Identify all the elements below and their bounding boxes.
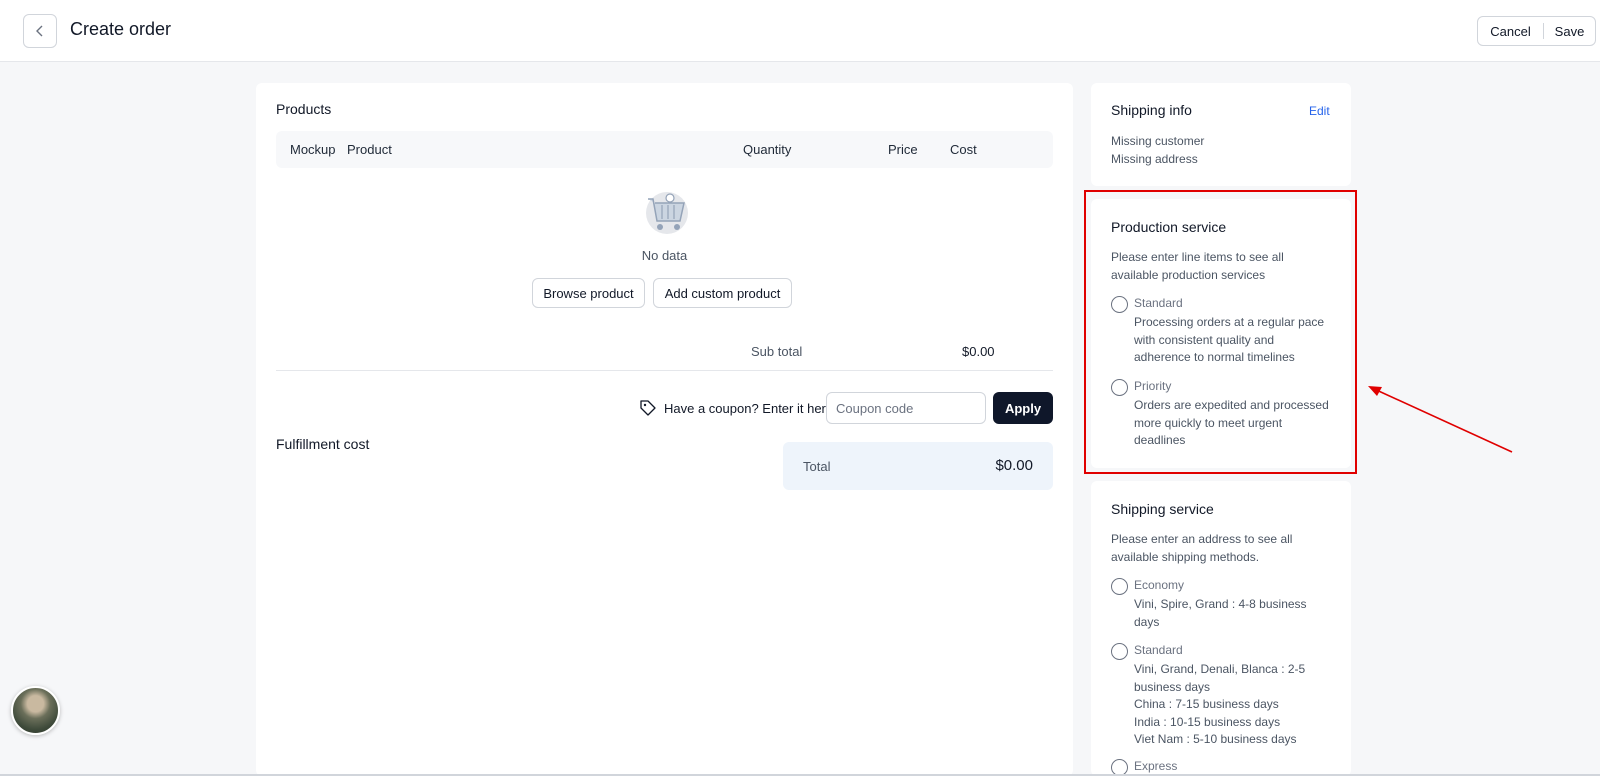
- option-description: Vini, Grand, Denali, Blanca : 2-5 busine…: [1134, 662, 1306, 746]
- tag-icon: [640, 400, 656, 416]
- shipping-info-card: Shipping info Edit Missing customer Miss…: [1091, 83, 1351, 186]
- empty-cart-icon: [646, 192, 688, 234]
- products-table-header: Mockup Product Quantity Price Cost: [276, 131, 1053, 168]
- back-button[interactable]: [23, 14, 57, 48]
- column-mockup: Mockup: [290, 142, 336, 157]
- subtotal-value: $0.00: [962, 344, 995, 359]
- products-title: Products: [276, 101, 332, 117]
- production-option-standard[interactable]: Standard Processing orders at a regular …: [1111, 294, 1336, 369]
- cancel-button[interactable]: Cancel: [1478, 17, 1543, 45]
- option-name: Express: [1134, 759, 1178, 773]
- header-actions: Cancel Save: [1477, 16, 1596, 46]
- add-custom-product-button[interactable]: Add custom product: [653, 278, 792, 308]
- shipping-option-standard[interactable]: Standard Vini, Grand, Denali, Blanca : 2…: [1111, 641, 1336, 751]
- subtotal-label: Sub total: [751, 344, 803, 359]
- missing-customer-text: Missing customer: [1111, 134, 1205, 148]
- radio-button[interactable]: [1111, 379, 1128, 396]
- radio-button[interactable]: [1111, 578, 1128, 595]
- avatar[interactable]: [11, 686, 60, 735]
- radio-button[interactable]: [1111, 643, 1128, 660]
- coupon-input[interactable]: [826, 392, 986, 424]
- production-service-card: Production service Please enter line ite…: [1091, 199, 1351, 468]
- chevron-left-icon: [36, 25, 43, 37]
- page-title: Create order: [70, 19, 172, 39]
- coupon-label: Have a coupon? Enter it here: [664, 401, 834, 416]
- option-name: Economy: [1134, 578, 1185, 592]
- column-quantity: Quantity: [743, 142, 792, 157]
- browse-product-button[interactable]: Browse product: [532, 278, 645, 308]
- production-service-hint: Please enter line items to see all avail…: [1111, 250, 1284, 282]
- save-button[interactable]: Save: [1544, 17, 1595, 45]
- products-card: Products Mockup Product Quantity Price C…: [256, 83, 1073, 776]
- production-service-title: Production service: [1111, 219, 1227, 235]
- shipping-service-title: Shipping service: [1111, 501, 1214, 517]
- divider: [276, 370, 1053, 371]
- apply-coupon-button[interactable]: Apply: [993, 392, 1053, 424]
- radio-button[interactable]: [1111, 296, 1128, 313]
- option-description: Vini, Spire, Grand : 4-8 business days: [1134, 597, 1307, 629]
- total-label: Total: [803, 459, 831, 474]
- missing-address-text: Missing address: [1111, 152, 1198, 166]
- shipping-service-card: Shipping service Please enter an address…: [1091, 481, 1351, 776]
- option-description: Orders are expedited and processed more …: [1134, 398, 1329, 447]
- production-option-priority[interactable]: Priority Orders are expedited and proces…: [1111, 377, 1336, 452]
- column-cost: Cost: [950, 142, 977, 157]
- option-name: Priority: [1134, 379, 1172, 393]
- shipping-service-hint: Please enter an address to see all avail…: [1111, 532, 1293, 564]
- empty-state-text: No data: [641, 248, 688, 263]
- option-name: Standard: [1134, 296, 1183, 310]
- fulfillment-cost-title: Fulfillment cost: [276, 436, 370, 452]
- total-value: $0.00: [995, 457, 1033, 474]
- edit-shipping-info-link[interactable]: Edit: [1309, 104, 1330, 118]
- option-name: Standard: [1134, 643, 1183, 657]
- total-summary: Total $0.00: [783, 442, 1053, 490]
- column-product: Product: [347, 142, 392, 157]
- column-price: Price: [888, 142, 918, 157]
- shipping-info-title: Shipping info: [1111, 102, 1192, 118]
- option-description: Processing orders at a regular pace with…: [1134, 315, 1325, 364]
- annotation-arrow-icon: [1368, 386, 1513, 453]
- top-bar: Create order Cancel Save: [0, 0, 1600, 62]
- shipping-option-economy[interactable]: Economy Vini, Spire, Grand : 4-8 busines…: [1111, 576, 1336, 631]
